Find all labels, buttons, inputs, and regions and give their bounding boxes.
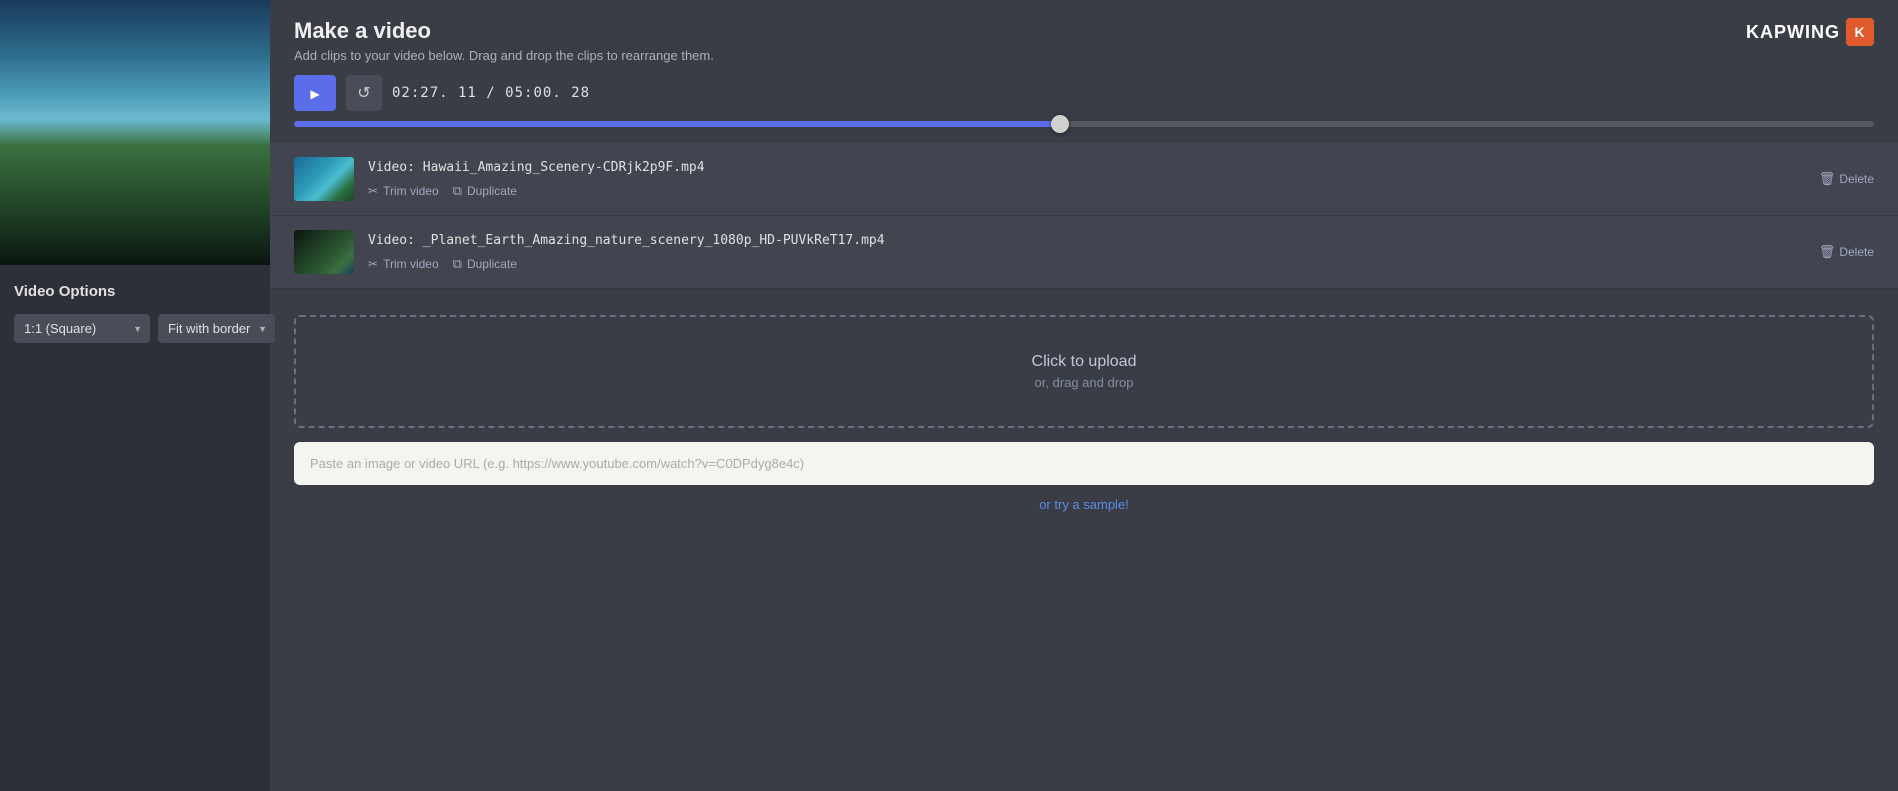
kapwing-logo: KAPWING K (1746, 18, 1874, 46)
progress-bar-track[interactable] (294, 121, 1874, 127)
table-row: Video: _Planet_Earth_Amazing_nature_scen… (270, 216, 1898, 289)
upload-section: Click to upload or, drag and drop or try… (270, 299, 1898, 528)
header-left: Make a video Add clips to your video bel… (294, 18, 714, 63)
progress-bar-fill (294, 121, 1060, 127)
kapwing-icon: K (1846, 18, 1874, 46)
restart-icon (357, 83, 370, 103)
progress-bar-wrapper[interactable] (270, 121, 1898, 143)
restart-button[interactable] (346, 75, 382, 111)
page-title: Make a video (294, 18, 714, 44)
delete-button[interactable]: Delete (1819, 171, 1874, 187)
main-content: Make a video Add clips to your video bel… (270, 0, 1898, 791)
header: Make a video Add clips to your video bel… (270, 0, 1898, 75)
clip-label: Video: (368, 160, 423, 175)
page-subtitle: Add clips to your video below. Drag and … (294, 48, 714, 63)
scissors-icon (368, 184, 378, 198)
total-time: 05:00. 28 (505, 85, 590, 101)
clip-filename: _Planet_Earth_Amazing_nature_scenery_108… (423, 233, 885, 248)
copy-icon (453, 183, 462, 199)
preview-image (0, 0, 270, 265)
progress-handle[interactable] (1051, 115, 1069, 133)
aspect-ratio-dropdown-wrapper[interactable]: 1:1 (Square) 16:9 (Landscape) 9:16 (Port… (14, 314, 150, 343)
clip-thumbnail (294, 230, 354, 274)
clip-actions: Trim video Duplicate (368, 183, 1874, 199)
delete-label: Delete (1839, 245, 1874, 259)
player-controls: 02:27. 11 / 05:00. 28 (270, 75, 1898, 121)
delete-label: Delete (1839, 172, 1874, 186)
trim-label: Trim video (383, 257, 439, 271)
delete-button[interactable]: Delete (1819, 244, 1874, 260)
duplicate-button[interactable]: Duplicate (453, 183, 517, 199)
trash-icon (1819, 171, 1836, 187)
trim-video-button[interactable]: Trim video (368, 184, 439, 198)
upload-drop-zone[interactable]: Click to upload or, drag and drop (294, 315, 1874, 428)
sidebar: Video Options 1:1 (Square) 16:9 (Landsca… (0, 0, 270, 791)
scissors-icon (368, 257, 378, 271)
trim-video-button[interactable]: Trim video (368, 257, 439, 271)
aspect-ratio-select[interactable]: 1:1 (Square) 16:9 (Landscape) 9:16 (Port… (14, 314, 150, 343)
url-input[interactable] (294, 442, 1874, 485)
clip-thumbnail (294, 157, 354, 201)
clip-label: Video: (368, 233, 423, 248)
table-row: Video: Hawaii_Amazing_Scenery-CDRjk2p9F.… (270, 143, 1898, 216)
duplicate-label: Duplicate (467, 184, 517, 198)
duplicate-label: Duplicate (467, 257, 517, 271)
play-button[interactable] (294, 75, 336, 111)
trim-label: Trim video (383, 184, 439, 198)
current-time: 02:27. 11 (392, 85, 477, 101)
video-preview (0, 0, 270, 265)
clip-info: Video: _Planet_Earth_Amazing_nature_scen… (368, 233, 1874, 272)
clip-filename: Hawaii_Amazing_Scenery-CDRjk2p9F.mp4 (423, 160, 705, 175)
video-options-section: Video Options 1:1 (Square) 16:9 (Landsca… (0, 265, 270, 357)
clip-title: Video: Hawaii_Amazing_Scenery-CDRjk2p9F.… (368, 160, 1874, 175)
time-separator: / (486, 85, 495, 101)
trash-icon (1819, 244, 1836, 260)
fit-mode-select[interactable]: Fit with border Fill Stretch (158, 314, 275, 343)
duplicate-button[interactable]: Duplicate (453, 256, 517, 272)
kapwing-logo-text: KAPWING (1746, 22, 1840, 43)
clip-actions: Trim video Duplicate (368, 256, 1874, 272)
video-options-title: Video Options (14, 283, 256, 300)
clip-title: Video: _Planet_Earth_Amazing_nature_scen… (368, 233, 1874, 248)
copy-icon (453, 256, 462, 272)
upload-click-text: Click to upload (316, 353, 1852, 371)
play-icon (310, 85, 319, 101)
sample-link[interactable]: or try a sample! (294, 497, 1874, 512)
video-options-controls: 1:1 (Square) 16:9 (Landscape) 9:16 (Port… (14, 314, 256, 343)
upload-drag-text: or, drag and drop (316, 375, 1852, 390)
fit-mode-dropdown-wrapper[interactable]: Fit with border Fill Stretch (158, 314, 275, 343)
clips-list: Video: Hawaii_Amazing_Scenery-CDRjk2p9F.… (270, 143, 1898, 299)
clip-info: Video: Hawaii_Amazing_Scenery-CDRjk2p9F.… (368, 160, 1874, 199)
time-display: 02:27. 11 / 05:00. 28 (392, 85, 590, 101)
